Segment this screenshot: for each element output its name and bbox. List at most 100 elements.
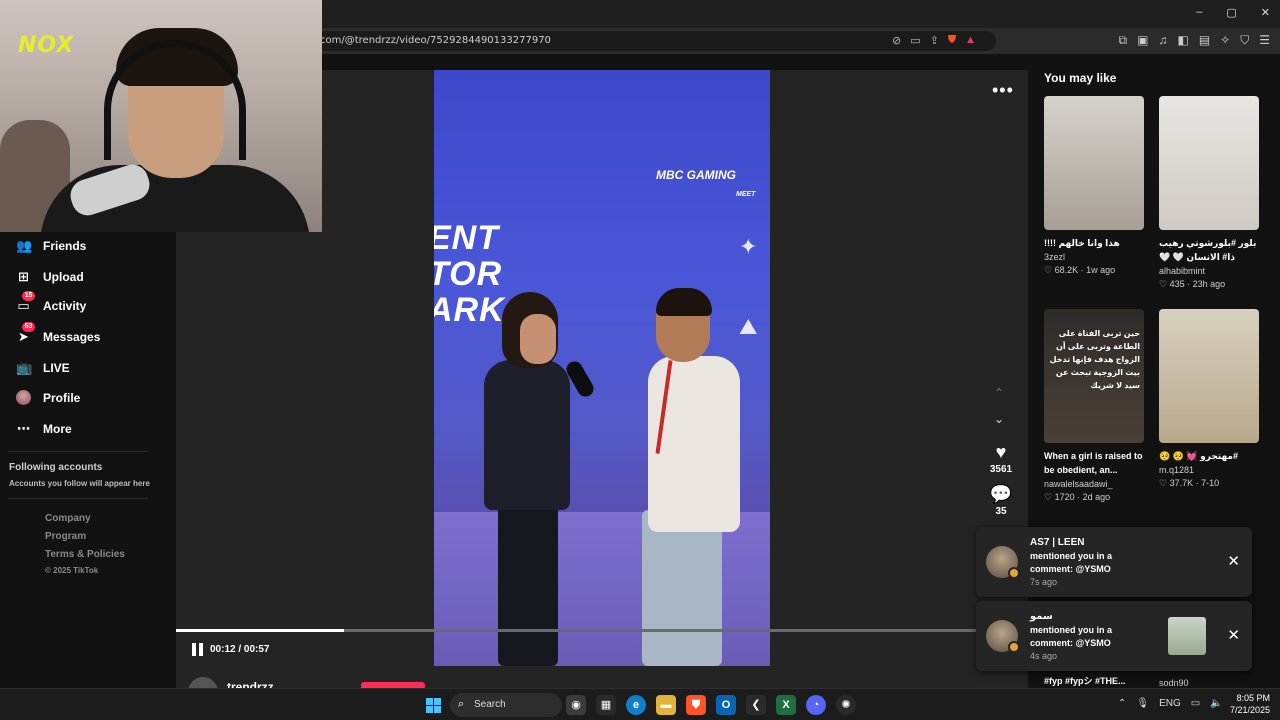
sidebar-item-activity[interactable]: ▭ 15 Activity (16, 291, 86, 314)
more-options-icon[interactable]: ••• (992, 80, 1014, 101)
comment-action[interactable]: 💬 35 (984, 484, 1018, 517)
widgets-icon[interactable]: ◉ (566, 695, 586, 715)
rec-meta: ♡ 1720 · 2d ago (1044, 492, 1111, 502)
like-action[interactable]: ♥ 3561 (984, 442, 1018, 475)
minimize-button[interactable]: – (1196, 6, 1202, 19)
rec-author[interactable]: nawalelsaadawi_ (1044, 479, 1146, 489)
time-display: 00:12 / 00:57 (210, 644, 270, 655)
close-icon[interactable]: ✕ (1227, 552, 1240, 570)
discord-icon[interactable]: ◔ (806, 695, 826, 715)
you-may-like-title: You may like (1044, 71, 1117, 85)
app-icon[interactable]: ❮ (746, 695, 766, 715)
next-video-icon[interactable]: ⌄ (994, 412, 1004, 426)
share-icon[interactable]: ⇪ (930, 34, 939, 47)
rec-author-partial[interactable]: sodn90 (1159, 678, 1189, 688)
messages-badge: 63 (22, 322, 35, 332)
rec-card[interactable]: حين تربى الفتاة على الطاعة وتربى على أن … (1044, 309, 1146, 503)
start-icon[interactable] (426, 698, 441, 713)
maximize-button[interactable]: ▢ (1226, 6, 1236, 19)
notification-time: 4s ago (1030, 651, 1058, 661)
footer-link-terms[interactable]: Terms & Policies (45, 549, 125, 560)
rec-thumbnail[interactable] (1159, 96, 1259, 230)
rec-author[interactable]: alhabibmint (1159, 266, 1261, 276)
rec-card[interactable]: بلور #بلورشوتي رهيب ذا# الانسان 🤍 🤍 alha… (1159, 96, 1261, 290)
upload-icon: ⊞ (18, 269, 29, 284)
screen-icon[interactable]: ▭ (910, 34, 920, 47)
clock[interactable]: 8:05 PM 7/21/2025 (1228, 693, 1270, 715)
no-translate-icon[interactable]: ⊘ (892, 34, 901, 47)
url-text[interactable]: com/@trendrzz/video/7529284490133277970 (320, 35, 551, 46)
reader-icon[interactable]: ▣ (1137, 33, 1148, 48)
display-icon[interactable]: ▭ (1191, 698, 1200, 709)
guest-figure (648, 356, 740, 532)
chevron-up-icon[interactable]: ⌃ (1118, 698, 1126, 709)
close-icon[interactable]: ✕ (1227, 626, 1240, 644)
sponsor-logo: MBC GAMING (656, 168, 736, 182)
sidebar-item-label: Upload (43, 270, 84, 284)
rec-author[interactable]: m.q1281 (1159, 465, 1261, 475)
rec-thumbnail[interactable]: حين تربى الفتاة على الطاعة وتربى على أن … (1044, 309, 1144, 443)
sidebar-item-upload[interactable]: ⊞ Upload (16, 269, 84, 285)
taskbar-apps: ◉ ▦ e ▬ ⛊ O ❮ X ◔ ✺ (566, 695, 856, 715)
url-field[interactable]: com/@trendrzz/video/7529284490133277970 … (316, 31, 996, 51)
rec-thumbnail[interactable] (1159, 309, 1259, 443)
rec-card[interactable]: هذا وانا خالهم !!!! 3zezl ♡ 68.2K · 1w a… (1044, 96, 1146, 276)
guest-figure (642, 510, 722, 666)
leo-ai-icon[interactable]: ✧ (1220, 33, 1230, 48)
sidebar-item-label: LIVE (43, 361, 70, 375)
sidebar-item-messages[interactable]: ➤ 63 Messages (16, 322, 101, 345)
comment-icon[interactable]: 💬 (984, 484, 1018, 504)
rec-thumbnail[interactable] (1044, 96, 1144, 230)
language-indicator[interactable]: ENG (1159, 698, 1181, 709)
sidebar-item-label: Profile (43, 390, 81, 405)
close-window-button[interactable]: ✕ (1261, 6, 1270, 19)
author-name[interactable]: trendrzz (227, 680, 274, 688)
previous-video-icon[interactable]: ⌃ (994, 386, 1004, 400)
footer-link-program[interactable]: Program (45, 531, 86, 542)
vpn-icon[interactable]: ⛉ (1240, 33, 1249, 48)
brave-shield-icon[interactable]: ⛊ (948, 34, 956, 47)
microphone-icon[interactable]: 🎙 (1136, 698, 1149, 709)
app-icon[interactable]: ✺ (836, 695, 856, 715)
outlook-icon[interactable]: O (716, 695, 736, 715)
heart-icon[interactable]: ♥ (984, 442, 1018, 462)
volume-icon[interactable]: 🔈 (1210, 698, 1222, 709)
taskbar-search[interactable]: ⌕ Search (450, 693, 562, 717)
wallet-icon[interactable]: ▤ (1199, 33, 1210, 48)
notification-badge-icon (1008, 567, 1020, 579)
copyright: © 2025 TikTok (45, 566, 99, 575)
rec-caption: When a girl is raised to be obedient, an… (1044, 451, 1143, 475)
webcam-overlay: NOX (0, 0, 322, 232)
window-controls: – ▢ ✕ (1196, 6, 1270, 19)
sidebar-item-more[interactable]: ⋯ More (16, 421, 72, 437)
excel-icon[interactable]: X (776, 695, 796, 715)
pause-icon[interactable] (192, 643, 204, 656)
rec-card[interactable]: #مهتجرو 💓 🥺 🥺 m.q1281 ♡ 37.7K · 7-10 (1159, 309, 1261, 489)
messages-icon: ➤ 63 (16, 322, 35, 345)
file-explorer-icon[interactable]: ▬ (656, 695, 676, 715)
video-frame[interactable]: ENT TOR ARK MBC GAMING MEET ✦ ⛰ (434, 70, 770, 666)
taskbar: ⌕ Search ◉ ▦ e ▬ ⛊ O ❮ X ◔ ✺ ⌃ 🎙 ENG ▭ 🔈… (0, 688, 1280, 720)
store-icon[interactable]: ▦ (596, 695, 616, 715)
rec-author[interactable]: 3zezl (1044, 252, 1146, 262)
edge-icon[interactable]: e (626, 695, 646, 715)
mountain-logo-icon: ⛰ (739, 314, 758, 339)
footer-link-company[interactable]: Company (45, 513, 91, 524)
menu-icon[interactable]: ☰ (1259, 33, 1270, 48)
notification-toast[interactable]: AS7 | LEEN mentioned you in a comment: @… (976, 527, 1252, 597)
sidebar-item-label: Messages (43, 330, 101, 344)
extension-toolbar: ⧉ ▣ ♫ ◧ ▤ ✧ ⛉ ☰ (1119, 33, 1270, 48)
sidebar-item-live[interactable]: 📺 LIVE (16, 360, 70, 376)
notification-badge-icon (1008, 641, 1020, 653)
brave-icon[interactable]: ⛊ (686, 695, 706, 715)
rec-meta: ♡ 435 · 23h ago (1159, 279, 1226, 289)
notification-toast[interactable]: ﺳﻤﻮ mentioned you in a comment: @YSMO 4s… (976, 601, 1252, 671)
brave-rewards-icon[interactable]: ▲ (965, 34, 976, 47)
notification-thumbnail (1168, 617, 1206, 655)
music-icon[interactable]: ♫ (1158, 33, 1167, 48)
sidebar-item-profile[interactable]: Profile (16, 390, 80, 405)
sidebar-toggle-icon[interactable]: ◧ (1177, 33, 1188, 48)
sidebar-item-friends[interactable]: 👥 Friends (16, 238, 86, 254)
extensions-icon[interactable]: ⧉ (1119, 33, 1128, 48)
progress-bar[interactable] (176, 629, 976, 632)
